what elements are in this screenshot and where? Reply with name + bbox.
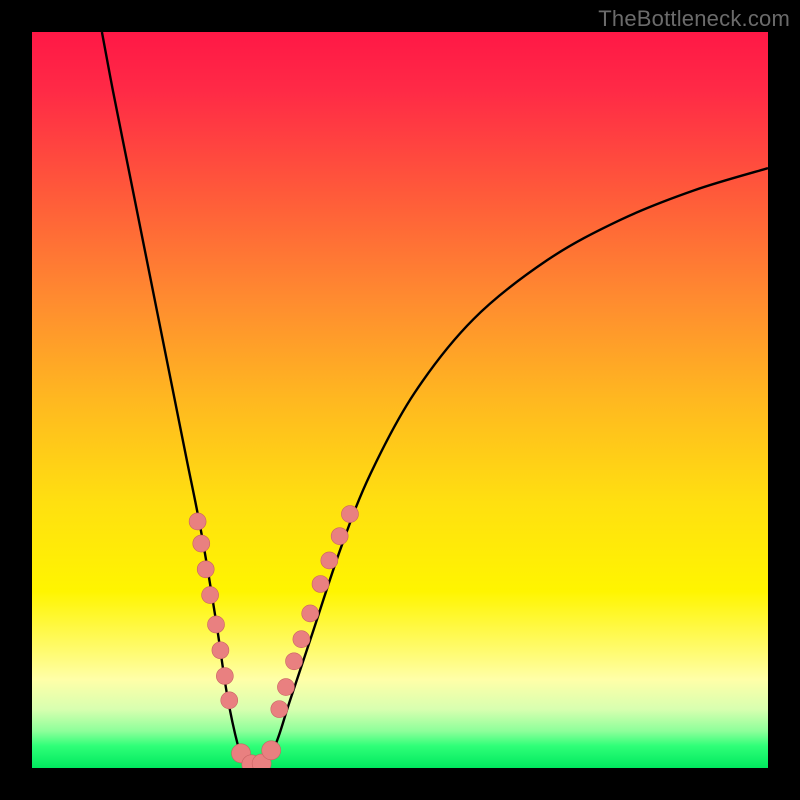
curve-dot (302, 605, 319, 622)
chart-svg (32, 32, 768, 768)
watermark-text: TheBottleneck.com (598, 6, 790, 32)
plot-area (32, 32, 768, 768)
curve-dot (212, 642, 229, 659)
curve-dot (202, 587, 219, 604)
curve-dot (208, 616, 225, 633)
curve-dot (277, 679, 294, 696)
curve-dot (312, 576, 329, 593)
curve-dot (341, 506, 358, 523)
curve-dot (197, 561, 214, 578)
curve-dot (216, 668, 233, 685)
curve-dot (286, 653, 303, 670)
curve-dots (189, 506, 358, 768)
curve-dot (331, 528, 348, 545)
bottleneck-curve (102, 32, 768, 768)
curve-dot (221, 692, 238, 709)
curve-dot (293, 631, 310, 648)
curve-dot (262, 741, 281, 760)
curve-dot (189, 513, 206, 530)
curve-dot (271, 701, 288, 718)
curve-dot (193, 535, 210, 552)
curve-dot (321, 552, 338, 569)
chart-frame: TheBottleneck.com (0, 0, 800, 800)
